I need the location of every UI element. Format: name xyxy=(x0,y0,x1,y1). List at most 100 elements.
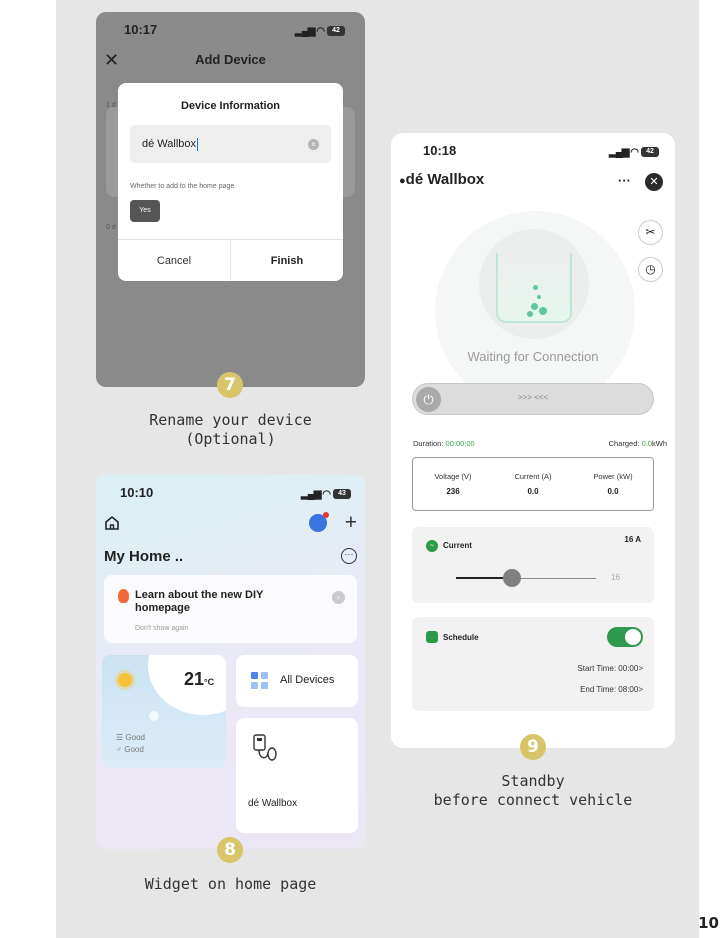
current-slider-value: 16 xyxy=(611,573,620,582)
schedule-card: Schedule Start Time: 00:00> End Time: 08… xyxy=(412,617,654,711)
step-8-caption: Widget on home page xyxy=(144,875,317,893)
duration: Duration: 00:00:00 xyxy=(413,439,475,448)
diy-homepage-banner[interactable]: Learn about the new DIY homepage Don't s… xyxy=(104,575,357,643)
device-name-input[interactable]: dé Wallbox × xyxy=(130,125,331,163)
temperature: 21°C xyxy=(184,669,214,690)
step-7-caption: Rename your device (Optional) xyxy=(96,411,365,449)
start-charging-slider[interactable]: ⏻ >>> <<< xyxy=(412,383,654,415)
all-devices-label: All Devices xyxy=(280,674,335,686)
current-slider-track[interactable] xyxy=(456,577,596,579)
alarm-clock-icon xyxy=(426,631,438,643)
close-icon[interactable]: ✕ xyxy=(645,173,663,191)
current-setting-card: ~ Current 16 A 16 xyxy=(412,527,654,603)
air-quality-text: Good xyxy=(125,733,145,742)
temperature-value: 21 xyxy=(184,669,205,689)
humidity-icon: ♂ xyxy=(116,745,125,754)
location-pin-icon: ● xyxy=(399,175,406,187)
duration-value: 00:00:00 xyxy=(445,439,475,448)
end-time-link[interactable]: End Time: 08:00> xyxy=(580,685,643,694)
bubble xyxy=(537,295,541,299)
step-badge-9: 9 xyxy=(520,734,546,760)
slider-hint: >>> <<< xyxy=(517,393,549,402)
caption-line: before connect vehicle xyxy=(433,791,633,809)
home-title[interactable]: My Home .. xyxy=(104,548,183,565)
metric-label: Current (A) xyxy=(514,472,552,481)
more-options-icon[interactable]: ··· xyxy=(618,173,631,188)
device-name: dé Wallbox xyxy=(248,798,298,809)
ev-charger-icon xyxy=(253,734,277,761)
cancel-button[interactable]: Cancel xyxy=(118,240,231,281)
metric-value: 0.0 xyxy=(527,487,539,496)
dialog-actions: Cancel Finish xyxy=(118,239,343,281)
caption-line: Standby xyxy=(501,772,565,790)
home-page-hint: Whether to add to the home page xyxy=(130,183,235,190)
home-icon[interactable] xyxy=(104,515,120,531)
text-caret xyxy=(197,137,199,151)
lightbulb-icon xyxy=(118,589,129,603)
metric-label: Power (kW) xyxy=(593,472,633,481)
status-icons: ▂▄▆ ◠ 43 xyxy=(301,485,351,500)
device-information-dialog: Device Information dé Wallbox × Whether … xyxy=(118,83,343,281)
signal-icon: ▂▄▆ ◠ xyxy=(609,147,639,158)
more-options-icon[interactable]: ··· xyxy=(341,548,357,564)
battery-icon: 42 xyxy=(327,25,345,36)
device-name-value: dé Wallbox xyxy=(142,138,197,150)
battery-icon: 43 xyxy=(333,488,351,499)
metric-current: Current (A) 0.0 xyxy=(493,458,573,510)
current-slider-thumb[interactable] xyxy=(503,569,521,587)
bubble xyxy=(527,311,533,317)
weather-widget[interactable]: 21°C ☰ Good ♂ Good xyxy=(102,655,226,768)
phone-screen-wallbox-standby: 10:18 ▂▄▆ ◠ 42 ●dé Wallbox ··· ✕ ✂ ◷ Wait… xyxy=(391,133,675,748)
step-badge-7: 7 xyxy=(217,372,243,398)
bubble xyxy=(539,307,547,315)
air-icon: ☰ xyxy=(116,733,126,742)
air-quality-text: Good xyxy=(124,745,144,754)
phone-screen-add-device: 10:17 ▂▄▆ ◠ 42 ✕ Add Device 1 d 0 d Devic… xyxy=(96,12,365,387)
add-icon[interactable]: + xyxy=(345,511,357,535)
background-text: 1 d xyxy=(106,102,116,109)
clear-icon[interactable]: × xyxy=(308,138,319,150)
current-label: Current xyxy=(443,541,472,550)
charged-value: 0.0 xyxy=(641,439,652,448)
current-setting-value: 16 A xyxy=(624,535,641,544)
finish-button[interactable]: Finish xyxy=(231,240,343,281)
metrics-panel: Voltage (V) 236 Current (A) 0.0 Power (k… xyxy=(412,457,654,511)
status-time: 10:10 xyxy=(120,485,154,500)
metric-label: Voltage (V) xyxy=(434,472,472,481)
status-bar: 10:17 ▂▄▆ ◠ 42 xyxy=(124,22,345,37)
wallbox-device-card[interactable]: dé Wallbox xyxy=(236,718,358,833)
status-time: 10:18 xyxy=(423,143,457,158)
air-quality-1: ☰ Good xyxy=(116,733,145,742)
tools-icon[interactable]: ✂ xyxy=(638,220,663,245)
bubble xyxy=(533,285,538,290)
current-icon: ~ xyxy=(426,540,438,552)
dialog-title: Device Information xyxy=(180,100,281,112)
step-badge-8: 8 xyxy=(217,837,243,863)
device-title-text: dé Wallbox xyxy=(405,171,485,188)
status-bar: 10:18 ▂▄▆ ◠ 42 xyxy=(423,143,659,158)
assistant-icon[interactable] xyxy=(309,512,329,532)
all-devices-card[interactable]: All Devices xyxy=(236,655,358,707)
start-time-link[interactable]: Start Time: 00:00> xyxy=(577,664,643,673)
add-to-home-yes-button[interactable]: Yes xyxy=(130,200,160,222)
metric-voltage: Voltage (V) 236 xyxy=(413,458,493,510)
step-9-caption: Standby before connect vehicle xyxy=(391,772,675,810)
air-quality-2: ♂ Good xyxy=(116,745,144,754)
timer-icon[interactable]: ◷ xyxy=(638,257,663,282)
schedule-toggle[interactable] xyxy=(607,627,643,647)
banner-title: Learn about the new DIY homepage xyxy=(135,589,264,614)
device-title: ●dé Wallbox xyxy=(399,171,484,188)
dont-show-again-link[interactable]: Don't show again xyxy=(135,625,188,632)
bubble xyxy=(531,303,538,310)
metric-value: 0.0 xyxy=(607,487,619,496)
phone-screen-home: 10:10 ▂▄▆ ◠ 43 + My Home .. ··· Learn abo… xyxy=(96,475,365,849)
connection-status: Waiting for Connection xyxy=(467,349,599,364)
decorative-circle xyxy=(149,711,159,721)
battery-icon: 42 xyxy=(641,146,659,157)
screen-title: Add Device xyxy=(195,52,266,67)
background-text: 0 d xyxy=(106,224,116,231)
charged-energy: Charged: 0.0kWh xyxy=(609,439,667,448)
chevron-right-icon[interactable]: › xyxy=(332,591,345,604)
status-icons: ▂▄▆ ◠ 42 xyxy=(295,22,345,37)
temperature-unit: °C xyxy=(204,677,215,687)
